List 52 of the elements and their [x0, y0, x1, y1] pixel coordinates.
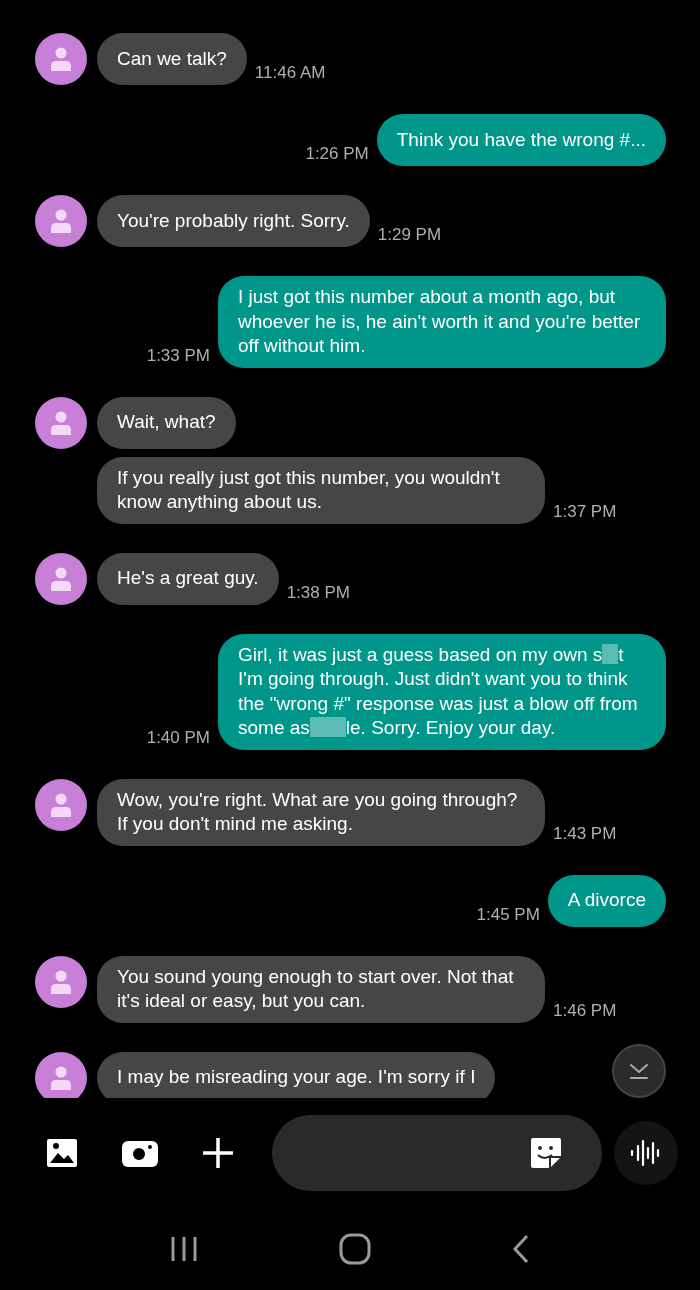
scroll-down-icon [628, 1062, 650, 1080]
message-time: 1:26 PM [305, 144, 369, 164]
censor-block [309, 717, 346, 737]
message-text: Wait, what? [117, 410, 216, 435]
image-icon [46, 1138, 78, 1168]
message-time: 1:45 PM [476, 904, 540, 925]
contact-avatar[interactable] [35, 552, 87, 605]
person-icon [50, 47, 72, 71]
home-icon [339, 1233, 371, 1265]
message-time: 1:37 PM [553, 501, 617, 522]
person-icon [50, 566, 72, 591]
message-text: Think you have the wrong #... [396, 127, 646, 152]
sticker-icon [530, 1137, 562, 1169]
contact-avatar[interactable] [35, 396, 87, 449]
contact-avatar[interactable] [35, 195, 87, 247]
person-icon [50, 1065, 72, 1090]
message-time: 11:46 AM [254, 63, 326, 83]
censor-block [602, 643, 619, 664]
contact-avatar[interactable] [35, 778, 87, 831]
message-text: A divorce [567, 888, 646, 913]
message-time: 1:38 PM [286, 582, 350, 603]
add-button[interactable] [200, 1135, 236, 1171]
plus-icon [202, 1137, 234, 1169]
message-text: He's a great guy. [117, 566, 259, 591]
message-text: Wow, you're right. What are you going through? If you don't mind me asking. [117, 787, 519, 836]
message-time: 1:40 PM [146, 727, 210, 748]
contact-avatar[interactable] [35, 33, 87, 85]
person-icon [50, 209, 72, 233]
message-text: I just got this number about a month ago, but whoever he is, he ain't worth it and you're better off without him. [238, 285, 642, 358]
recent-apps-button[interactable] [170, 1235, 199, 1263]
person-icon [50, 969, 72, 994]
message-time: 1:29 PM [377, 225, 442, 245]
contact-avatar[interactable] [35, 1051, 87, 1098]
person-icon [50, 410, 72, 435]
message-text: Can we talk? [117, 46, 227, 71]
back-icon [511, 1234, 530, 1264]
message-text: I may be misreading your age. I'm sorry if I [117, 1065, 476, 1090]
camera-icon [122, 1139, 158, 1167]
message-text: You sound young enough to start over. Not that it's ideal or easy, but you can. [117, 964, 515, 1013]
scroll-down-button[interactable] [612, 1044, 666, 1098]
waveform-icon [630, 1137, 662, 1169]
person-icon [50, 792, 72, 817]
message-text: You're probably right. Sorry. [117, 208, 350, 233]
message-time: 1:43 PM [553, 823, 617, 844]
message-time: 1:33 PM [146, 345, 210, 366]
message-text: If you really just got this number, you wouldn't know anything about us. [117, 465, 501, 514]
home-button[interactable] [339, 1233, 371, 1265]
back-button[interactable] [511, 1234, 530, 1264]
recents-icon [170, 1235, 199, 1263]
contact-avatar[interactable] [35, 955, 87, 1008]
message-text: Girl, it was just a guess based on my own s t I'm going through. Just didn't want you to think the "wrong #" response was just a blow off from some as le. Sorry. Enjoy your day. [238, 642, 639, 740]
message-time: 1:46 PM [553, 1000, 617, 1021]
